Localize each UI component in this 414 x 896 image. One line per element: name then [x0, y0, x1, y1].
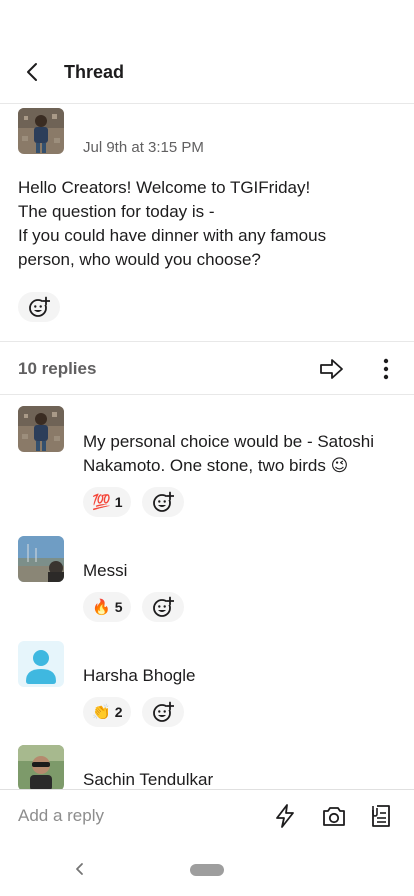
reaction-emoji: 💯 — [92, 493, 111, 511]
reaction-pill[interactable]: 🔥 5 — [83, 592, 132, 622]
avatar[interactable] — [18, 536, 64, 582]
share-button[interactable] — [318, 356, 346, 382]
chevron-left-icon — [27, 63, 37, 81]
camera-button[interactable] — [320, 802, 348, 830]
add-reaction-button[interactable] — [142, 697, 184, 727]
reply-line: Nakamoto. One stone, two birds 😉 — [83, 456, 349, 475]
reaction-count: 2 — [114, 704, 123, 720]
reply-composer: Add a reply — [0, 789, 414, 845]
add-reaction-button[interactable] — [18, 292, 60, 322]
avatar[interactable] — [18, 641, 64, 687]
avatar[interactable] — [18, 745, 64, 789]
add-emoji-icon — [153, 701, 174, 722]
thread-header: Thread — [0, 0, 414, 104]
avatar[interactable] — [18, 108, 64, 154]
camera-icon — [323, 807, 345, 826]
reaction-pill[interactable]: 👏 2 — [83, 697, 132, 727]
parent-message: Jul 9th at 3:15 PM Hello Creators! Welco… — [0, 104, 414, 342]
message-text: Hello Creators! Welcome to TGIFriday! Th… — [18, 176, 326, 272]
default-user-icon — [18, 641, 64, 687]
add-emoji-icon — [153, 596, 174, 617]
reply-item: Messi 🔥 5 — [0, 536, 414, 626]
more-options-button[interactable] — [376, 356, 396, 382]
replies-count: 10 replies — [18, 359, 97, 378]
reply-author[interactable]: Messi — [83, 561, 127, 581]
reaction-count: 1 — [114, 494, 123, 510]
message-line: Hello Creators! Welcome to TGIFriday! — [18, 178, 311, 197]
chevron-left-icon — [76, 863, 83, 875]
arrow-right-icon — [320, 359, 343, 379]
message-line: The question for today is - — [18, 202, 215, 221]
back-button[interactable] — [18, 58, 46, 86]
reply-author[interactable]: Sachin Tendulkar — [83, 770, 213, 789]
attach-button[interactable] — [367, 802, 395, 830]
system-home-button[interactable] — [190, 864, 224, 876]
shortcuts-button[interactable] — [271, 802, 299, 830]
message-line: If you could have dinner with any famous — [18, 226, 327, 245]
document-icon — [372, 805, 390, 827]
reply-item: Sachin Tendulkar — [0, 745, 414, 789]
more-vertical-icon — [383, 358, 389, 380]
reply-author[interactable]: Harsha Bhogle — [83, 666, 195, 686]
system-nav-bar — [0, 845, 414, 896]
add-reaction-button[interactable] — [142, 487, 184, 517]
reaction-emoji: 🔥 — [92, 598, 111, 616]
lightning-icon — [276, 804, 294, 828]
reaction-pill[interactable]: 💯 1 — [83, 487, 132, 517]
replies-bar: 10 replies — [0, 342, 414, 395]
message-line: person, who would you choose? — [18, 250, 261, 269]
avatar[interactable] — [18, 406, 64, 452]
reply-item: My personal choice would be - Satoshi Na… — [0, 406, 414, 526]
page-title: Thread — [64, 62, 125, 82]
message-timestamp: Jul 9th at 3:15 PM — [83, 139, 204, 156]
system-back-button[interactable] — [70, 857, 90, 881]
add-reaction-button[interactable] — [142, 592, 184, 622]
reaction-count: 5 — [114, 599, 123, 615]
reply-item: Harsha Bhogle 👏 2 — [0, 641, 414, 731]
reaction-emoji: 👏 — [92, 703, 111, 721]
add-emoji-icon — [153, 491, 174, 512]
reply-text: My personal choice would be - Satoshi Na… — [83, 430, 374, 478]
reply-input[interactable]: Add a reply — [18, 806, 104, 826]
reply-line: My personal choice would be - Satoshi — [83, 432, 375, 451]
add-emoji-icon — [29, 296, 50, 317]
